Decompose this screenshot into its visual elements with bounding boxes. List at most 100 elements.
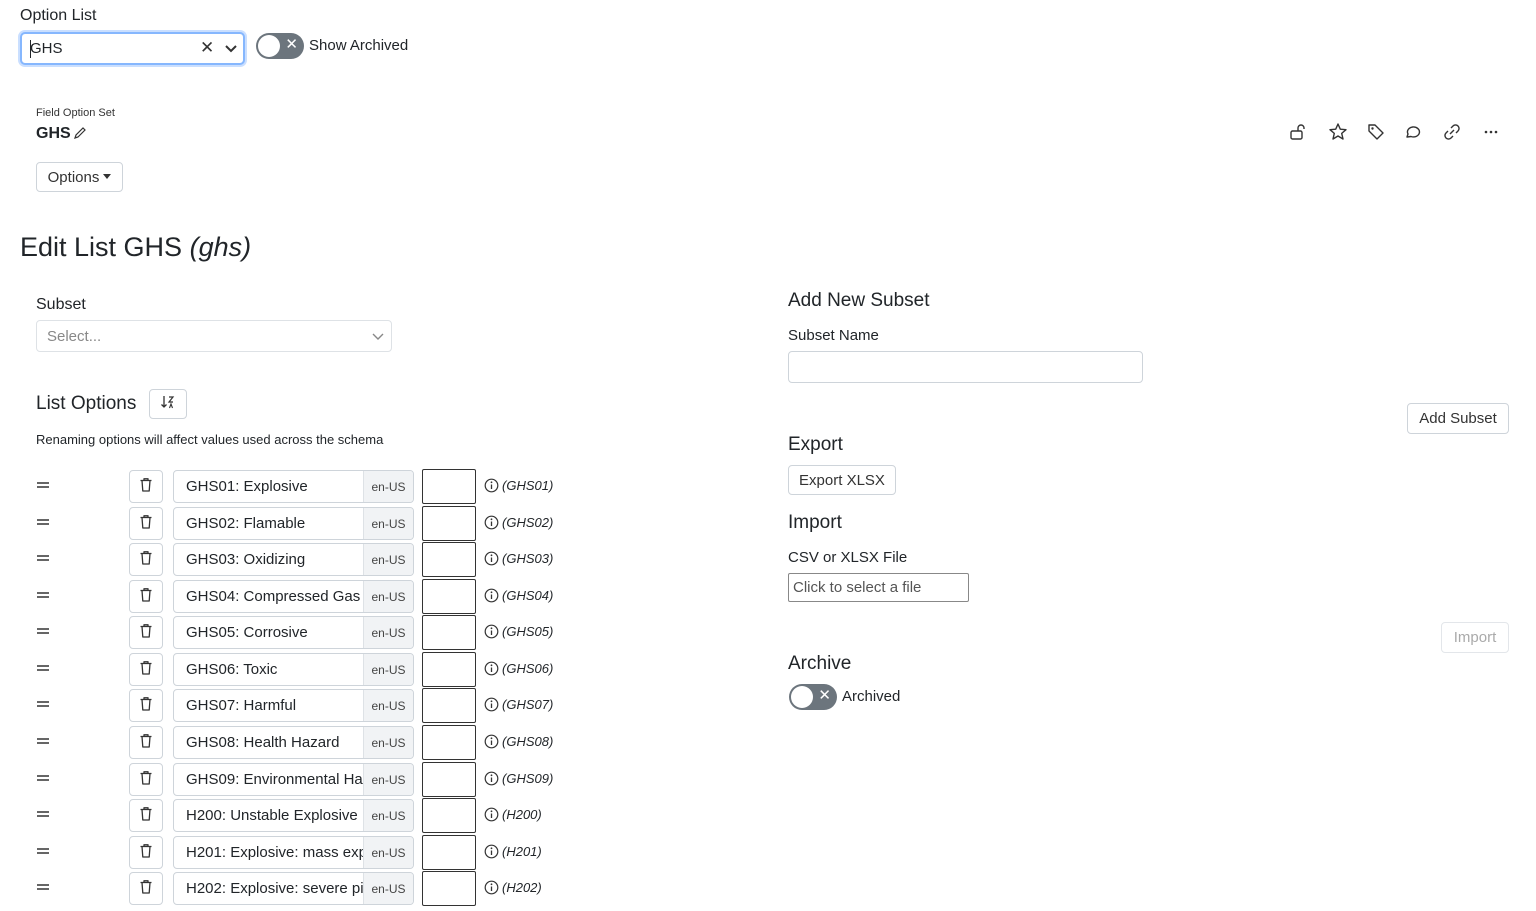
option-label-input[interactable]: GHS06: Toxic en-US [173,653,414,686]
file-input[interactable]: Click to select a file [788,573,969,602]
edit-list-title-text: Edit List GHS [20,232,183,262]
trash-icon [139,660,153,680]
option-code: (GHS07) [502,697,554,712]
list-options-title: List Options [36,393,137,414]
link-icon[interactable] [1442,122,1462,142]
delete-option-button[interactable] [129,616,163,649]
more-icon[interactable] [1481,122,1501,142]
delete-option-button[interactable] [129,689,163,722]
option-value-input[interactable] [422,506,476,541]
drag-handle-icon[interactable] [36,551,50,569]
toggle-knob [258,35,280,57]
drag-handle-icon[interactable] [36,807,50,825]
info-icon[interactable] [484,771,499,790]
drag-handle-icon[interactable] [36,771,50,789]
pencil-icon[interactable] [73,126,87,144]
option-value-input[interactable] [422,542,476,577]
locale-badge: en-US [363,654,413,685]
list-option-row: GHS09: Environmental Ha: en-US (GHS09) [36,762,576,797]
list-option-row: GHS03: Oxidizing en-US (GHS03) [36,542,576,577]
text-cursor [30,40,31,58]
unlock-icon[interactable] [1288,122,1308,142]
archived-toggle[interactable]: ✕ [789,684,837,710]
info-icon[interactable] [484,624,499,643]
option-label-input[interactable]: H201: Explosive: mass exp en-US [173,836,414,869]
delete-option-button[interactable] [129,543,163,576]
option-value-input[interactable] [422,615,476,650]
option-label-input[interactable]: GHS02: Flamable en-US [173,507,414,540]
tag-icon[interactable] [1366,122,1386,142]
drag-handle-icon[interactable] [36,515,50,533]
option-label-input[interactable]: GHS09: Environmental Ha: en-US [173,763,414,796]
trash-icon [139,696,153,716]
info-icon[interactable] [484,880,499,899]
drag-handle-icon[interactable] [36,478,50,496]
export-xlsx-button[interactable]: Export XLSX [788,465,896,495]
option-value-input[interactable] [422,762,476,797]
info-icon[interactable] [484,697,499,716]
add-subset-button[interactable]: Add Subset [1407,403,1509,434]
import-button[interactable]: Import [1441,622,1509,653]
info-icon[interactable] [484,661,499,680]
option-list-select[interactable]: GHS ✕ [20,32,245,65]
option-code: (H202) [502,880,542,895]
sort-button[interactable] [149,389,187,419]
option-value-input[interactable] [422,835,476,870]
option-value-input[interactable] [422,579,476,614]
option-label-input[interactable]: GHS03: Oxidizing en-US [173,543,414,576]
drag-handle-icon[interactable] [36,661,50,679]
drag-handle-icon[interactable] [36,624,50,642]
option-code: (GHS09) [502,771,554,786]
subset-select[interactable]: Select... [36,320,392,352]
trash-icon [139,587,153,607]
option-label-input[interactable]: GHS04: Compressed Gas en-US [173,580,414,613]
delete-option-button[interactable] [129,580,163,613]
locale-badge: en-US [363,873,413,904]
option-label-input[interactable]: GHS08: Health Hazard en-US [173,726,414,759]
drag-handle-icon[interactable] [36,880,50,898]
show-archived-toggle[interactable]: ✕ [256,33,304,59]
clear-icon[interactable]: ✕ [200,38,214,58]
option-value-input[interactable] [422,652,476,687]
option-code: (GHS05) [502,624,554,639]
info-icon[interactable] [484,478,499,497]
info-icon[interactable] [484,515,499,534]
chevron-down-icon[interactable] [224,41,238,59]
delete-option-button[interactable] [129,507,163,540]
drag-handle-icon[interactable] [36,734,50,752]
info-icon[interactable] [484,844,499,863]
delete-option-button[interactable] [129,799,163,832]
drag-handle-icon[interactable] [36,588,50,606]
delete-option-button[interactable] [129,653,163,686]
info-icon[interactable] [484,551,499,570]
subset-name-input[interactable] [788,351,1143,383]
option-label-input[interactable]: GHS07: Harmful en-US [173,689,414,722]
option-label-input[interactable]: GHS01: Explosive en-US [173,470,414,503]
option-label-input[interactable]: H202: Explosive: severe pi en-US [173,872,414,905]
delete-option-button[interactable] [129,763,163,796]
trash-icon [139,550,153,570]
info-icon[interactable] [484,588,499,607]
delete-option-button[interactable] [129,470,163,503]
option-value-input[interactable] [422,469,476,504]
option-value-input[interactable] [422,688,476,723]
trash-icon [139,879,153,899]
comment-icon[interactable] [1403,122,1423,142]
options-dropdown-button[interactable]: Options [36,162,123,192]
option-label-input[interactable]: GHS05: Corrosive en-US [173,616,414,649]
locale-badge: en-US [363,800,413,831]
delete-option-button[interactable] [129,872,163,905]
list-option-row: GHS04: Compressed Gas en-US (GHS04) [36,579,576,614]
info-icon[interactable] [484,734,499,753]
option-label-input[interactable]: H200: Unstable Explosive en-US [173,799,414,832]
option-value-input[interactable] [422,871,476,906]
drag-handle-icon[interactable] [36,844,50,862]
drag-handle-icon[interactable] [36,697,50,715]
star-icon[interactable] [1328,122,1348,142]
delete-option-button[interactable] [129,726,163,759]
delete-option-button[interactable] [129,836,163,869]
info-icon[interactable] [484,807,499,826]
option-value-input[interactable] [422,798,476,833]
locale-badge: en-US [363,617,413,648]
option-value-input[interactable] [422,725,476,760]
